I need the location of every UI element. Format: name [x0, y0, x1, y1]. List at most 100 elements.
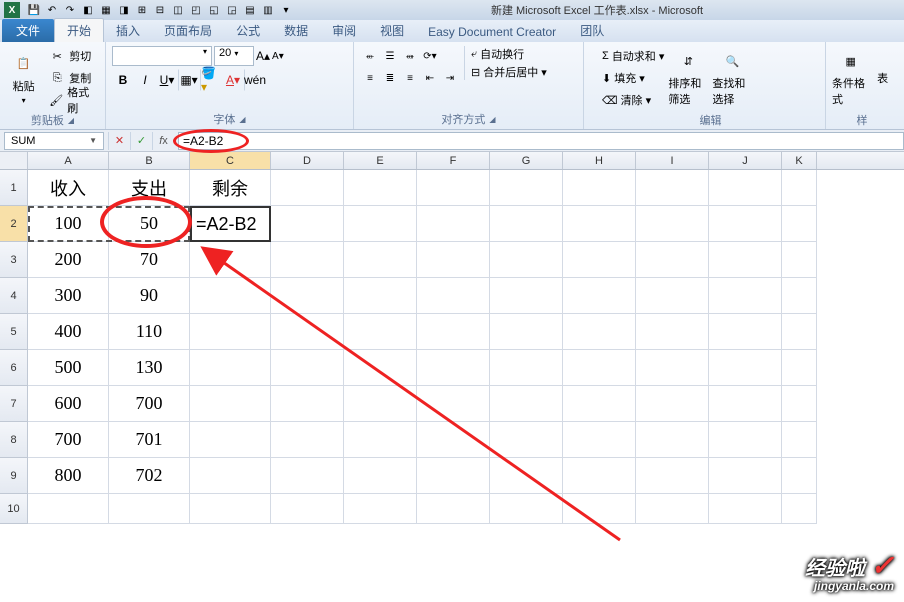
qat-btn-8[interactable]: ◱	[206, 2, 222, 18]
launcher-icon[interactable]: ◢	[239, 115, 245, 124]
align-bottom-icon[interactable]: ⬵	[400, 46, 420, 66]
col-header-d[interactable]: D	[271, 152, 344, 169]
tab-team[interactable]: 团队	[568, 19, 616, 42]
row-header-6[interactable]: 6	[0, 350, 28, 386]
cell-a2[interactable]: 100	[28, 206, 109, 242]
cell[interactable]	[563, 386, 636, 422]
qat-btn-1[interactable]: ◧	[80, 2, 96, 18]
cell[interactable]	[563, 422, 636, 458]
row-header-1[interactable]: 1	[0, 170, 28, 206]
cell[interactable]	[709, 278, 782, 314]
row-header-2[interactable]: 2	[0, 206, 28, 242]
col-header-g[interactable]: G	[490, 152, 563, 169]
tab-formulas[interactable]: 公式	[224, 19, 272, 42]
cell-a6[interactable]: 500	[28, 350, 109, 386]
col-header-c[interactable]: C	[190, 152, 271, 169]
cell[interactable]	[271, 350, 344, 386]
cell[interactable]	[190, 314, 271, 350]
cell[interactable]	[490, 350, 563, 386]
cell[interactable]	[563, 350, 636, 386]
save-icon[interactable]: 💾	[26, 2, 42, 18]
cell[interactable]	[782, 206, 817, 242]
qat-btn-9[interactable]: ◲	[224, 2, 240, 18]
font-name-select[interactable]: ▾	[112, 46, 212, 66]
cell[interactable]	[782, 278, 817, 314]
tab-file[interactable]: 文件	[2, 19, 54, 42]
paste-button[interactable]: 📋 粘贴 ▾	[6, 46, 41, 110]
phonetic-button[interactable]: wén	[244, 69, 266, 91]
cell[interactable]	[709, 242, 782, 278]
cell[interactable]	[782, 242, 817, 278]
align-right-icon[interactable]: ≡	[400, 68, 420, 88]
cell[interactable]	[190, 350, 271, 386]
cell-b2[interactable]: 50	[109, 206, 190, 242]
cell[interactable]	[190, 458, 271, 494]
qat-btn-3[interactable]: ◨	[116, 2, 132, 18]
cell[interactable]	[782, 458, 817, 494]
cell-b7[interactable]: 700	[109, 386, 190, 422]
cell[interactable]	[563, 242, 636, 278]
cell-b9[interactable]: 702	[109, 458, 190, 494]
cell-b1[interactable]: 支出	[109, 170, 190, 206]
align-middle-icon[interactable]: ☰	[380, 46, 400, 66]
cell-a5[interactable]: 400	[28, 314, 109, 350]
cell[interactable]	[490, 170, 563, 206]
cell[interactable]	[271, 170, 344, 206]
cell[interactable]	[490, 458, 563, 494]
cell[interactable]	[490, 494, 563, 524]
wrap-text-button[interactable]: ⤶自动换行	[471, 46, 547, 62]
cut-button[interactable]: ✂剪切	[45, 46, 99, 66]
indent-inc-icon[interactable]: ⇥	[440, 68, 460, 88]
cell[interactable]	[782, 386, 817, 422]
row-header-8[interactable]: 8	[0, 422, 28, 458]
cell[interactable]	[782, 350, 817, 386]
cell[interactable]	[344, 278, 417, 314]
cell[interactable]	[417, 494, 490, 524]
launcher-icon[interactable]: ◢	[489, 115, 495, 124]
col-header-i[interactable]: I	[636, 152, 709, 169]
col-header-j[interactable]: J	[709, 152, 782, 169]
cell[interactable]	[490, 422, 563, 458]
cell-a9[interactable]: 800	[28, 458, 109, 494]
cell[interactable]	[417, 386, 490, 422]
cell[interactable]	[417, 278, 490, 314]
cell[interactable]	[490, 206, 563, 242]
select-all-corner[interactable]	[0, 152, 28, 169]
cell[interactable]	[782, 494, 817, 524]
col-header-e[interactable]: E	[344, 152, 417, 169]
row-header-3[interactable]: 3	[0, 242, 28, 278]
cell[interactable]	[636, 314, 709, 350]
find-select-button[interactable]: 🔍 查找和选择	[712, 46, 752, 110]
cell[interactable]	[636, 422, 709, 458]
cell[interactable]	[709, 170, 782, 206]
cell[interactable]	[271, 386, 344, 422]
cell-b4[interactable]: 90	[109, 278, 190, 314]
cell[interactable]	[563, 170, 636, 206]
cell[interactable]	[271, 314, 344, 350]
sort-filter-button[interactable]: ⇵ 排序和筛选	[668, 46, 708, 110]
cell[interactable]	[563, 206, 636, 242]
cell[interactable]	[782, 314, 817, 350]
cell[interactable]	[344, 458, 417, 494]
cell[interactable]	[709, 314, 782, 350]
qat-btn-11[interactable]: ▥	[260, 2, 276, 18]
cell[interactable]	[563, 314, 636, 350]
cell[interactable]	[344, 494, 417, 524]
qat-btn-2[interactable]: ▦	[98, 2, 114, 18]
cell[interactable]	[636, 206, 709, 242]
cell[interactable]	[563, 494, 636, 524]
cell-b3[interactable]: 70	[109, 242, 190, 278]
cell[interactable]	[271, 494, 344, 524]
orientation-icon[interactable]: ⟳▾	[420, 46, 440, 66]
cell[interactable]	[190, 422, 271, 458]
cell[interactable]	[709, 350, 782, 386]
row-header-4[interactable]: 4	[0, 278, 28, 314]
cell[interactable]	[636, 494, 709, 524]
cell[interactable]	[709, 494, 782, 524]
cell[interactable]	[28, 494, 109, 524]
align-top-icon[interactable]: ⬴	[360, 46, 380, 66]
cell[interactable]	[417, 314, 490, 350]
format-painter-button[interactable]: 🖌格式刷	[45, 90, 99, 110]
name-box[interactable]: SUM ▼	[4, 132, 104, 150]
cell[interactable]	[636, 170, 709, 206]
